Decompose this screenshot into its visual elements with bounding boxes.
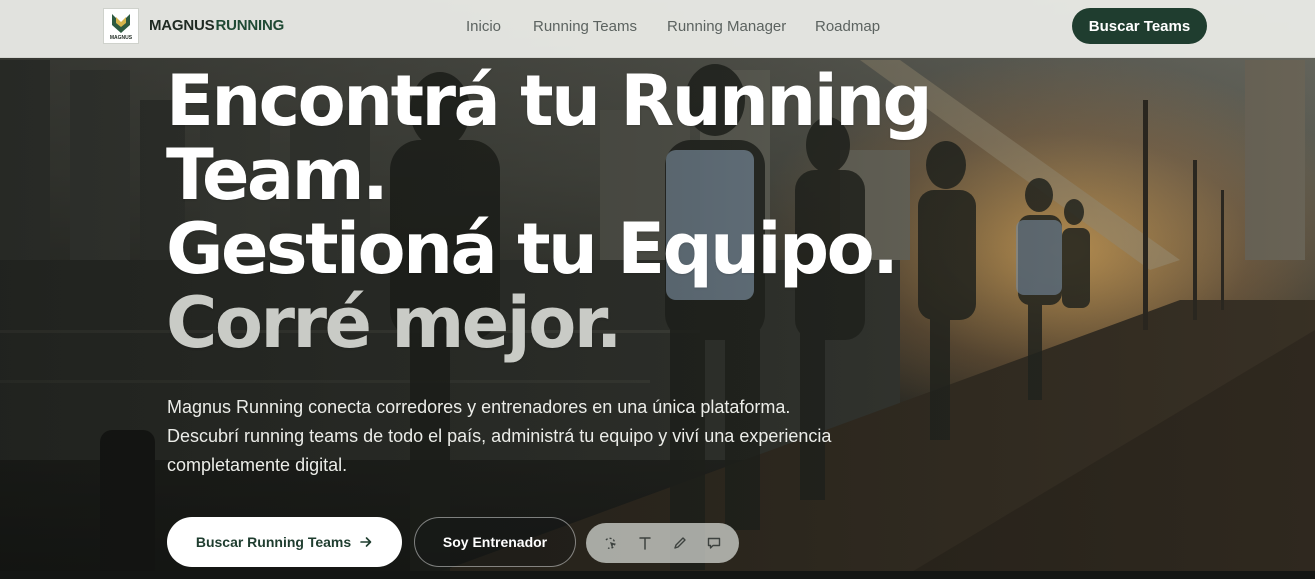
comment-tool-button[interactable] [700,529,728,557]
select-icon [605,537,617,550]
headline-line-1: Encontrá tu Running [166,60,933,142]
brand-name[interactable]: MAGNUS RUNNING [149,17,284,34]
logo-icon: MAGNUS [110,14,133,41]
headline-line-2: Team. [166,134,389,216]
nav-link-inicio[interactable]: Inicio [466,18,501,35]
buscar-running-teams-button[interactable]: Buscar Running Teams [167,517,402,567]
section-divider [0,571,1315,579]
brand-name-part1: MAGNUS [149,17,215,34]
text-icon [639,537,652,550]
buscar-running-teams-label: Buscar Running Teams [195,534,352,550]
brand-name-part2: RUNNING [215,17,285,34]
buscar-teams-button[interactable]: Buscar Teams [1072,8,1207,44]
pencil-tool-button[interactable] [666,529,694,557]
svg-text:MAGNUS: MAGNUS [110,35,133,41]
comment-icon [707,537,721,549]
top-navbar: MAGNUS MAGNUS RUNNING Inicio Running Tea… [0,0,1315,58]
headline-line-3: Gestioná tu Equipo. [166,208,899,290]
hero-headline: Encontrá tu Running Team. Gestioná tu Eq… [166,60,933,364]
annotation-toolbar [586,523,739,563]
nav-link-roadmap[interactable]: Roadmap [815,18,880,35]
pencil-icon [673,537,686,549]
hero-description: Magnus Running conecta corredores y entr… [167,397,832,475]
soy-entrenador-button[interactable]: Soy Entrenador [414,517,576,567]
text-tool-button[interactable] [631,529,659,557]
arrow-right-icon [360,537,372,547]
brand-logo[interactable]: MAGNUS [103,8,139,44]
select-tool-button[interactable] [597,529,625,557]
nav-link-running-teams[interactable]: Running Teams [533,18,637,35]
headline-line-4: Corré mejor. [166,282,622,364]
nav-link-running-manager[interactable]: Running Manager [667,18,786,35]
